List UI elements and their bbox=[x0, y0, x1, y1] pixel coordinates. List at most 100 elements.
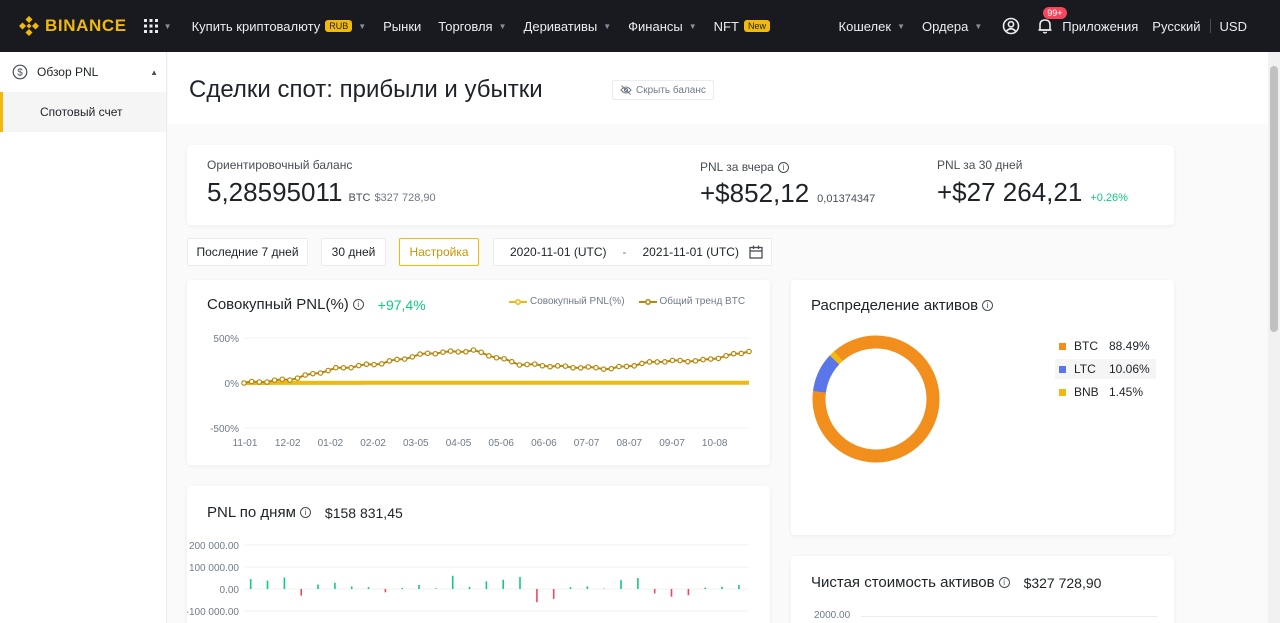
series-point bbox=[746, 348, 752, 355]
currency-selector[interactable]: USD bbox=[1220, 19, 1247, 34]
chevron-down-icon: ▼ bbox=[498, 21, 507, 31]
daily-bar bbox=[334, 582, 336, 589]
ltc-pct: 10.06% bbox=[1109, 362, 1150, 376]
net-value-card: Чистая стоимость активов i $327 728,90 2… bbox=[791, 556, 1174, 623]
series-point bbox=[738, 350, 745, 357]
pnl-yesterday-btc: 0,01374347 bbox=[817, 193, 876, 205]
y-tick-label: 0% bbox=[225, 379, 240, 390]
period-7-days-button[interactable]: Последние 7 дней bbox=[187, 238, 308, 266]
series-point bbox=[662, 359, 668, 365]
series-point bbox=[684, 358, 691, 365]
chevron-down-icon: ▼ bbox=[358, 21, 367, 31]
scrollbar-thumb[interactable] bbox=[1270, 66, 1278, 332]
daily-bar bbox=[552, 589, 555, 599]
series-point bbox=[355, 362, 362, 369]
series-point bbox=[509, 358, 515, 365]
period-30-days-button[interactable]: 30 дней bbox=[321, 238, 386, 266]
series-point bbox=[524, 361, 530, 368]
donut-slice-ltc bbox=[812, 355, 840, 394]
apps-grid-icon[interactable]: ▼ bbox=[143, 19, 172, 33]
net-value-first-tick: 2000.00 bbox=[814, 610, 851, 621]
btc-label: BTC bbox=[1074, 339, 1098, 353]
daily-bar bbox=[401, 587, 403, 589]
y-tick-label: -100 000.00 bbox=[187, 607, 239, 618]
series-point bbox=[363, 361, 370, 368]
legend-btc-trend[interactable]: Общий тренд BTC bbox=[660, 296, 746, 307]
ltc-label: LTC bbox=[1074, 362, 1096, 376]
hide-balance-button[interactable]: Скрыть баланс bbox=[612, 80, 714, 100]
series-point bbox=[371, 361, 377, 368]
series-point bbox=[600, 366, 607, 372]
binance-logo[interactable]: BINANCE bbox=[19, 16, 127, 36]
nav-divider bbox=[1209, 19, 1211, 33]
daily-pnl-chart[interactable]: 200 000.00 100 000.00 0.00 -100 000.00 bbox=[187, 536, 770, 623]
info-icon[interactable]: i bbox=[982, 300, 994, 311]
date-range-picker[interactable]: 2020-11-01 (UTC) - 2021-11-01 (UTC) bbox=[493, 238, 772, 266]
series-point bbox=[631, 363, 638, 369]
rub-badge: RUB bbox=[325, 20, 353, 32]
nav-trade[interactable]: Торговля ▼ bbox=[438, 19, 506, 34]
x-tick-label: 07-07 bbox=[574, 438, 600, 449]
nav-buy-crypto[interactable]: Купить криптовалюту RUB ▼ bbox=[192, 19, 367, 34]
legend-btc[interactable]: BTC 88.49% bbox=[1059, 336, 1150, 356]
daily-bar bbox=[451, 575, 454, 589]
series-point bbox=[325, 367, 331, 374]
binance-logo-icon bbox=[19, 16, 39, 36]
date-separator: - bbox=[622, 245, 627, 259]
asset-distribution-donut[interactable] bbox=[811, 332, 941, 466]
sidebar-item-pnl-overview[interactable]: $ Обзор PNL ▲ bbox=[0, 52, 166, 92]
legend-pnl[interactable]: Совокупный PNL(%) bbox=[530, 296, 625, 307]
series-point bbox=[547, 363, 553, 370]
legend-line-gold-icon bbox=[638, 298, 657, 305]
nav-right-group: Кошелек ▼ Ордера ▼ 99+ Приложения Русски… bbox=[822, 0, 1280, 52]
balance-usd: $327 728,90 bbox=[374, 192, 436, 204]
y-tick-label: 200 000.00 bbox=[189, 541, 239, 552]
daily-bar bbox=[317, 584, 319, 589]
series-point bbox=[539, 362, 546, 369]
profile-button[interactable] bbox=[1002, 17, 1020, 35]
daily-bar bbox=[249, 579, 252, 589]
series-point bbox=[692, 358, 699, 364]
page-scrollbar[interactable] bbox=[1268, 52, 1280, 623]
chevron-up-icon: ▲ bbox=[150, 67, 158, 77]
period-custom-button[interactable]: Настройка bbox=[399, 238, 479, 266]
nav-apps[interactable]: Приложения bbox=[1062, 19, 1138, 34]
chevron-down-icon: ▼ bbox=[974, 21, 983, 31]
x-tick-label: 03-05 bbox=[403, 438, 429, 449]
date-from[interactable]: 2020-11-01 (UTC) bbox=[510, 245, 606, 259]
notifications-button[interactable]: 99+ bbox=[1036, 7, 1067, 35]
info-icon[interactable]: i bbox=[299, 507, 311, 518]
nav-nft[interactable]: NFT New bbox=[714, 19, 770, 34]
nav-markets[interactable]: Рынки bbox=[383, 19, 421, 34]
legend-ltc[interactable]: LTC 10.06% bbox=[1055, 359, 1156, 379]
nav-derivatives[interactable]: Деривативы ▼ bbox=[524, 19, 612, 34]
series-point bbox=[440, 349, 446, 356]
series-point bbox=[409, 354, 416, 360]
info-icon[interactable]: i bbox=[352, 299, 364, 310]
series-point bbox=[432, 350, 439, 357]
chevron-down-icon: ▼ bbox=[688, 21, 697, 31]
notification-count-badge: 99+ bbox=[1043, 7, 1067, 19]
language-label: Русский bbox=[1152, 18, 1201, 34]
calendar-icon[interactable] bbox=[749, 245, 763, 259]
bnb-swatch bbox=[1059, 388, 1066, 396]
language-selector[interactable]: Русский bbox=[1152, 19, 1200, 34]
chevron-down-icon: ▼ bbox=[897, 21, 905, 31]
x-tick-label: 05-06 bbox=[488, 438, 514, 449]
series-point bbox=[593, 364, 599, 371]
sidebar-item-spot-account[interactable]: Спотовый счет bbox=[0, 92, 166, 132]
daily-bar bbox=[485, 581, 488, 589]
cumulative-pnl-chart[interactable]: 500% 0% -500% 11-01 12-02 01-02 02-02 03-05 04-0… bbox=[187, 324, 770, 454]
series-point bbox=[669, 357, 676, 364]
info-icon[interactable]: i bbox=[777, 161, 789, 173]
y-tick-label: 100 000.00 bbox=[189, 563, 239, 574]
series-point bbox=[616, 363, 622, 370]
nav-orders[interactable]: Ордера ▼ bbox=[922, 19, 982, 34]
info-icon[interactable]: i bbox=[998, 577, 1010, 588]
sidebar-header-label: Обзор PNL bbox=[37, 65, 99, 79]
series-point bbox=[608, 365, 615, 372]
nav-wallet[interactable]: Кошелек ▼ bbox=[839, 19, 905, 34]
nav-finance[interactable]: Финансы ▼ bbox=[628, 19, 697, 34]
legend-bnb[interactable]: BNB 1.45% bbox=[1059, 382, 1143, 402]
date-to[interactable]: 2021-11-01 (UTC) bbox=[642, 245, 738, 259]
